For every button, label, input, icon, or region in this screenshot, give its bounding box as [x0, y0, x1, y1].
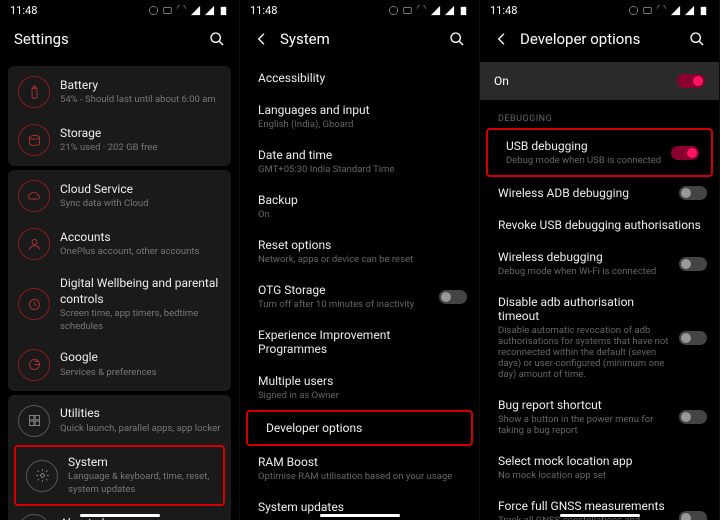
search-icon[interactable]	[689, 31, 705, 47]
battery-icon	[18, 76, 50, 108]
settings-item-wellbeing[interactable]: Digital Wellbeing and parental controls …	[8, 268, 231, 341]
toggle-wireless-debug[interactable]	[679, 257, 707, 271]
item-label: Utilities	[60, 406, 221, 422]
user-icon	[18, 228, 50, 260]
storage-icon	[18, 124, 50, 156]
utilities-icon	[18, 405, 50, 437]
toggle-wireless-adb[interactable]	[679, 186, 707, 200]
settings-item-accounts[interactable]: Accounts OnePlus account, other accounts	[8, 220, 231, 268]
item-label: Google	[60, 350, 221, 366]
settings-panel: 11:48 Settings Battery 54% - Should last…	[0, 0, 240, 520]
system-item-users[interactable]: Multiple users Signed in as Owner	[240, 365, 479, 410]
item-sub: OnePlus account, other accounts	[60, 246, 221, 258]
section-debugging: DEBUGGING	[480, 106, 719, 128]
dev-item-revoke[interactable]: Revoke USB debugging authorisations	[480, 209, 719, 241]
system-item-reset[interactable]: Reset options Network, apps or device ca…	[240, 229, 479, 274]
settings-item-google[interactable]: Google Services & preferences	[8, 341, 231, 389]
nav-handle[interactable]	[80, 514, 160, 517]
item-label: Cloud Service	[60, 182, 221, 198]
item-label: System	[68, 455, 213, 471]
cloud-card: Cloud Service Sync data with Cloud Accou…	[8, 170, 231, 391]
dev-item-usb-debug[interactable]: USB debugging Debug mode when USB is con…	[488, 130, 711, 175]
system-item-accessibility[interactable]: Accessibility	[240, 62, 479, 94]
system-item-backup[interactable]: Backup On	[240, 184, 479, 229]
toggle-usb-debugging[interactable]	[671, 146, 699, 160]
settings-item-system[interactable]: System Language & keyboard, time, reset,…	[16, 447, 223, 504]
system-panel: 11:48 System Accessibility Languages and…	[240, 0, 480, 520]
system-item-developer[interactable]: Developer options	[248, 412, 471, 444]
system-item-date[interactable]: Date and time GMT+05:30 India Standard T…	[240, 139, 479, 184]
dev-item-mock-location[interactable]: Select mock location app No mock locatio…	[480, 445, 719, 490]
toggle-dev-options[interactable]	[677, 74, 705, 88]
header: Settings	[0, 20, 239, 62]
status-icons	[628, 5, 709, 16]
dev-master-toggle[interactable]: On	[480, 62, 719, 100]
search-icon[interactable]	[209, 31, 225, 47]
status-icons	[388, 5, 469, 16]
toggle-bugreport[interactable]	[679, 410, 707, 424]
nav-handle[interactable]	[320, 514, 400, 517]
cloud-icon	[18, 180, 50, 212]
developer-panel: 11:48 Developer options On DEBUGGING USB…	[480, 0, 720, 520]
page-title: Settings	[14, 30, 69, 48]
search-icon[interactable]	[449, 31, 465, 47]
clock: 11:48	[250, 4, 277, 17]
page-title: System	[280, 30, 330, 48]
item-label: Storage	[60, 126, 221, 142]
system-item-ramboost[interactable]: RAM Boost Optimise RAM utilisation based…	[240, 446, 479, 491]
back-icon[interactable]	[494, 31, 510, 47]
statusbar: 11:48	[0, 0, 239, 20]
dev-item-wireless-adb[interactable]: Wireless ADB debugging	[480, 177, 719, 209]
toggle-otg[interactable]	[439, 290, 467, 304]
google-icon	[18, 349, 50, 381]
item-sub: Services & preferences	[60, 367, 221, 379]
toggle-gnss[interactable]	[679, 511, 707, 520]
settings-item-storage[interactable]: Storage 21% used · 202 GB free	[8, 116, 231, 164]
item-sub: Screen time, app timers, bedtime schedul…	[60, 308, 221, 333]
header: Developer options	[480, 20, 719, 62]
system-icon	[26, 460, 58, 492]
item-sub: 21% used · 202 GB free	[60, 142, 221, 154]
dev-item-adb-timeout[interactable]: Disable adb authorisation timeout Disabl…	[480, 286, 719, 389]
nav-handle[interactable]	[560, 514, 640, 517]
item-label: Accounts	[60, 230, 221, 246]
wellbeing-icon	[18, 288, 50, 320]
item-sub: 54% - Should last until about 6:00 am	[60, 94, 221, 106]
item-sub: Quick launch, parallel apps, app locker	[60, 423, 221, 435]
item-sub: Sync data with Cloud	[60, 198, 221, 210]
item-label: Digital Wellbeing and parental controls	[60, 276, 221, 307]
highlight-developer: Developer options	[246, 410, 473, 446]
clock: 11:48	[10, 4, 37, 17]
device-card: Utilities Quick launch, parallel apps, a…	[8, 395, 231, 520]
status-icons	[148, 5, 229, 16]
system-item-otg[interactable]: OTG Storage Turn off after 10 minutes of…	[240, 274, 479, 319]
system-item-languages[interactable]: Languages and input English (India), Gbo…	[240, 94, 479, 139]
statusbar: 11:48	[480, 0, 719, 20]
page-title: Developer options	[520, 30, 640, 48]
info-icon	[18, 514, 50, 520]
header: System	[240, 20, 479, 62]
item-label: Battery	[60, 78, 221, 94]
item-sub: Language & keyboard, time, reset, system…	[68, 471, 213, 496]
clock: 11:48	[490, 4, 517, 17]
statusbar: 11:48	[240, 0, 479, 20]
back-icon[interactable]	[254, 31, 270, 47]
toggle-adb-timeout[interactable]	[679, 331, 707, 345]
storage-card: Battery 54% - Should last until about 6:…	[8, 66, 231, 166]
highlight-system: System Language & keyboard, time, reset,…	[14, 445, 225, 506]
highlight-usb-debugging: USB debugging Debug mode when USB is con…	[486, 128, 713, 177]
system-item-experience[interactable]: Experience Improvement Programmes	[240, 319, 479, 365]
on-label: On	[494, 74, 509, 88]
settings-item-utilities[interactable]: Utilities Quick launch, parallel apps, a…	[8, 397, 231, 445]
settings-item-cloud[interactable]: Cloud Service Sync data with Cloud	[8, 172, 231, 220]
settings-item-battery[interactable]: Battery 54% - Should last until about 6:…	[8, 68, 231, 116]
dev-item-wireless-debug[interactable]: Wireless debugging Debug mode when Wi-Fi…	[480, 241, 719, 286]
dev-item-bugreport[interactable]: Bug report shortcut Show a button in the…	[480, 389, 719, 445]
